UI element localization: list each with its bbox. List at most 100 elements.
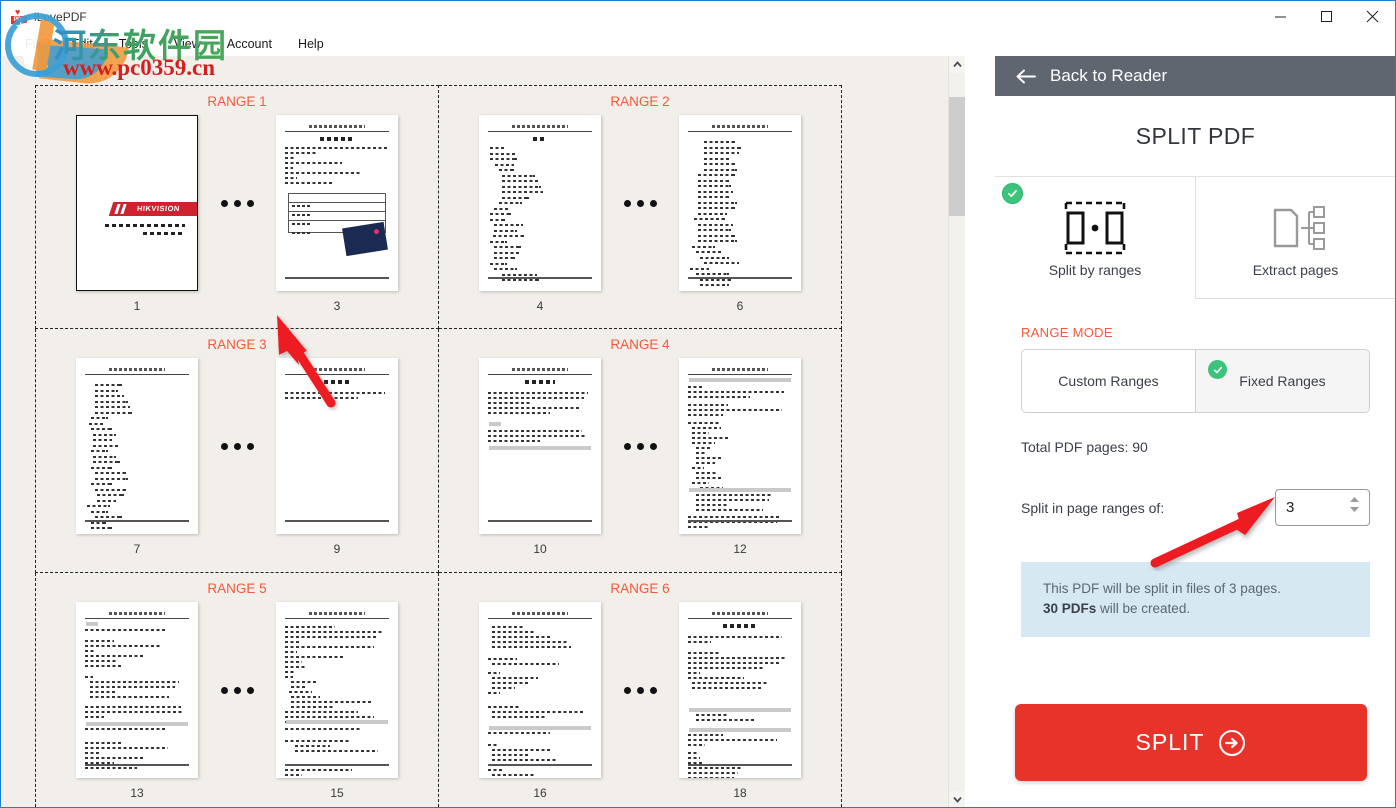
arrow-left-icon[interactable] bbox=[1016, 69, 1036, 84]
range-mode-toggle: Custom Ranges Fixed Ranges bbox=[1021, 349, 1370, 413]
range-title: RANGE 4 bbox=[610, 337, 670, 352]
panel-header[interactable]: Back to Reader bbox=[995, 56, 1395, 96]
tool-mode-tabs: Split by ranges Extract pages bbox=[995, 176, 1395, 299]
menu-item-view[interactable]: View bbox=[174, 32, 201, 56]
page-thumbnail[interactable] bbox=[679, 115, 801, 291]
range-ellipsis bbox=[206, 115, 268, 291]
page-thumbnail[interactable]: HIKVISION bbox=[76, 115, 198, 291]
tab-split-by-ranges[interactable]: Split by ranges bbox=[995, 177, 1195, 299]
split-button[interactable]: SPLIT bbox=[1015, 704, 1367, 781]
page-slot[interactable]: HIKVISION 1 bbox=[68, 115, 206, 313]
cover-subtitle bbox=[105, 224, 185, 240]
document-thumbnails-area[interactable]: RANGE 1 HIKVISION 1 3 RANGE 2 4 6 RANGE … bbox=[2, 56, 965, 807]
range-title: RANGE 6 bbox=[610, 581, 670, 596]
range-title: RANGE 5 bbox=[207, 581, 267, 596]
info-pdf-count: 30 PDFs bbox=[1043, 601, 1097, 617]
page-thumbnail[interactable] bbox=[76, 358, 198, 534]
page-slot[interactable]: 15 bbox=[268, 602, 406, 800]
arrow-right-circle-icon bbox=[1218, 729, 1246, 757]
split-by-ranges-icon bbox=[1064, 198, 1126, 258]
scrollbar-thumb[interactable] bbox=[949, 97, 965, 216]
page-slot[interactable]: 6 bbox=[671, 115, 809, 313]
range-title: RANGE 3 bbox=[207, 337, 267, 352]
window-controls bbox=[1257, 1, 1395, 32]
chevron-down-icon[interactable] bbox=[949, 791, 965, 807]
page-range-input[interactable] bbox=[1276, 499, 1336, 516]
range-ellipsis bbox=[609, 115, 671, 291]
range-ellipsis bbox=[206, 602, 268, 778]
split-in-row: Split in page ranges of: bbox=[1021, 489, 1370, 526]
page-slot[interactable]: 3 bbox=[268, 115, 406, 313]
split-pdf-panel: Back to Reader SPLIT PDF Split by ranges… bbox=[995, 56, 1395, 807]
menu-item-tools[interactable]: Tools bbox=[119, 32, 148, 56]
page-slot[interactable]: 7 bbox=[68, 358, 206, 556]
extract-pages-icon bbox=[1265, 198, 1327, 258]
page-slot[interactable]: 10 bbox=[471, 358, 609, 556]
page-number: 4 bbox=[536, 299, 544, 313]
range-cell[interactable]: RANGE 4 10 12 bbox=[439, 329, 842, 573]
page-thumbnail[interactable] bbox=[276, 115, 398, 291]
info-line-2: 30 PDFs will be created. bbox=[1043, 599, 1348, 619]
range-ellipsis bbox=[609, 358, 671, 534]
page-slot[interactable]: 13 bbox=[68, 602, 206, 800]
page-thumbnail[interactable] bbox=[479, 358, 601, 534]
page-thumbnail[interactable] bbox=[276, 602, 398, 778]
range-mode-fixed-label: Fixed Ranges bbox=[1239, 373, 1326, 389]
app-window: ♥ PDF iLovePDF File Edit Tools View Acco… bbox=[0, 0, 1396, 808]
page-number: 16 bbox=[533, 786, 547, 800]
range-mode-custom-label: Custom Ranges bbox=[1058, 373, 1159, 389]
vertical-scrollbar[interactable] bbox=[948, 56, 965, 807]
menu-item-help[interactable]: Help bbox=[298, 32, 324, 56]
page-thumbnail[interactable] bbox=[679, 358, 801, 534]
tab-extract-pages[interactable]: Extract pages bbox=[1195, 177, 1395, 299]
page-thumbnail[interactable] bbox=[479, 115, 601, 291]
range-cell[interactable]: RANGE 2 4 6 bbox=[439, 85, 842, 329]
page-thumbnail[interactable] bbox=[76, 602, 198, 778]
chevron-up-icon[interactable] bbox=[949, 56, 965, 73]
page-thumbnail[interactable] bbox=[479, 602, 601, 778]
info-line-1: This PDF will be split in files of 3 pag… bbox=[1043, 581, 1281, 596]
range-pages: 4 6 bbox=[439, 115, 841, 313]
range-mode-fixed[interactable]: Fixed Ranges bbox=[1195, 350, 1369, 412]
minimize-icon[interactable] bbox=[1257, 1, 1303, 32]
page-image bbox=[342, 221, 388, 257]
close-icon[interactable] bbox=[1349, 1, 1395, 32]
range-ellipsis bbox=[609, 602, 671, 778]
title-bar: ♥ PDF iLovePDF bbox=[1, 1, 1395, 32]
range-cell[interactable]: RANGE 1 HIKVISION 1 3 bbox=[35, 85, 439, 329]
range-title: RANGE 2 bbox=[610, 94, 670, 109]
page-number: 7 bbox=[133, 542, 141, 556]
page-slot[interactable]: 12 bbox=[671, 358, 809, 556]
range-cell[interactable]: RANGE 3 7 9 bbox=[35, 329, 439, 573]
menu-item-file[interactable]: File bbox=[25, 32, 45, 56]
total-pages-text: Total PDF pages: 90 bbox=[1021, 439, 1148, 455]
maximize-icon[interactable] bbox=[1303, 1, 1349, 32]
page-slot[interactable]: 18 bbox=[671, 602, 809, 800]
scrollbar-track[interactable] bbox=[949, 73, 965, 791]
range-mode-custom[interactable]: Custom Ranges bbox=[1022, 350, 1195, 412]
split-button-label: SPLIT bbox=[1135, 729, 1205, 755]
range-cell[interactable]: RANGE 6 16 18 bbox=[439, 573, 842, 807]
page-number: 18 bbox=[733, 786, 747, 800]
range-cell[interactable]: RANGE 5 13 15 bbox=[35, 573, 439, 807]
page-range-stepper[interactable] bbox=[1275, 489, 1370, 526]
split-in-label: Split in page ranges of: bbox=[1021, 499, 1165, 516]
menu-item-account[interactable]: Account bbox=[227, 32, 272, 56]
page-thumbnail[interactable] bbox=[276, 358, 398, 534]
stepper-buttons[interactable] bbox=[1349, 496, 1360, 513]
ilovepdf-icon: ♥ PDF bbox=[11, 7, 27, 25]
range-pages: HIKVISION 1 3 bbox=[36, 115, 438, 313]
range-pages: 13 15 bbox=[36, 602, 438, 800]
range-pages: 7 9 bbox=[36, 358, 438, 556]
page-slot[interactable]: 16 bbox=[471, 602, 609, 800]
page-thumbnail[interactable] bbox=[679, 602, 801, 778]
info-suffix: will be created. bbox=[1096, 601, 1191, 617]
page-slot[interactable]: 9 bbox=[268, 358, 406, 556]
page-slot[interactable]: 4 bbox=[471, 115, 609, 313]
menu-item-edit[interactable]: Edit bbox=[71, 32, 93, 56]
page-number: 10 bbox=[533, 542, 547, 556]
range-title: RANGE 1 bbox=[207, 94, 267, 109]
stepper-up-icon bbox=[1350, 497, 1359, 502]
range-pages: 10 12 bbox=[439, 358, 841, 556]
ranges-grid: RANGE 1 HIKVISION 1 3 RANGE 2 4 6 RANGE … bbox=[35, 85, 842, 807]
